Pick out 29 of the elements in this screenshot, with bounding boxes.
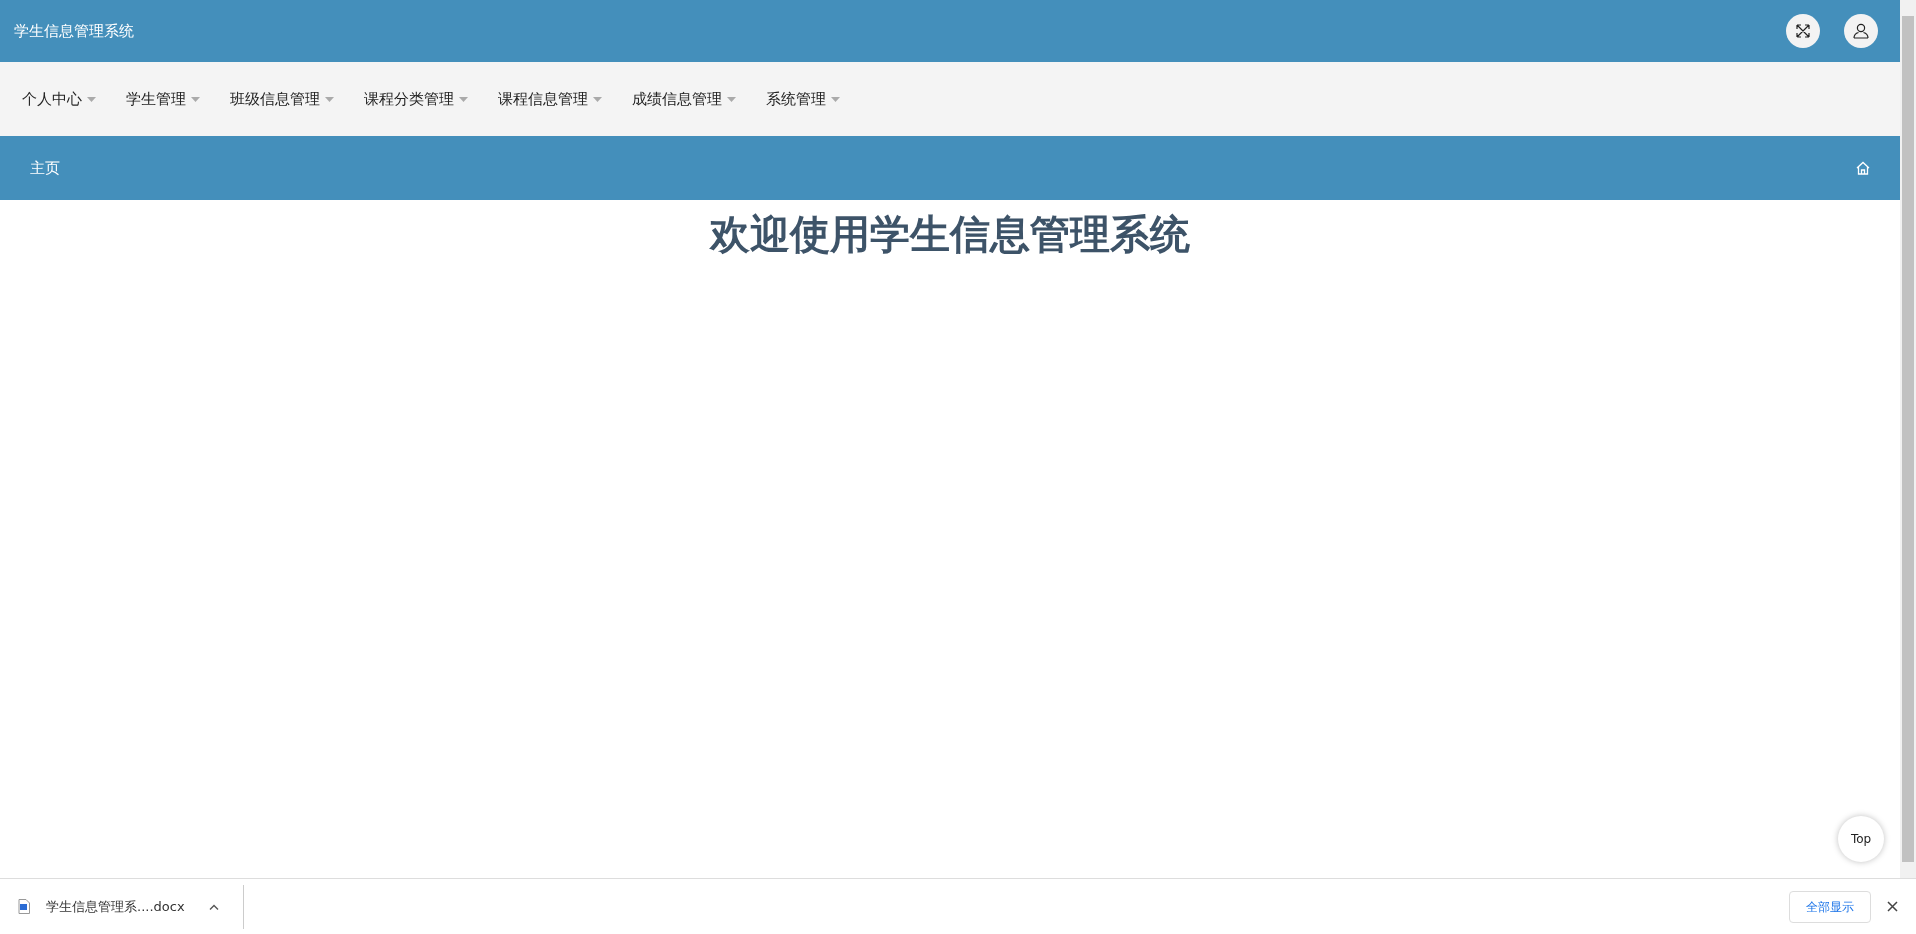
document-icon — [18, 899, 30, 914]
caret-icon — [831, 96, 840, 102]
caret-icon — [459, 96, 468, 102]
menu-item[interactable]: 课程信息管理 — [498, 83, 602, 115]
home-icon[interactable] — [1856, 161, 1870, 175]
fullscreen-button[interactable] — [1786, 14, 1820, 48]
welcome-heading: 欢迎使用学生信息管理系统 — [708, 210, 1191, 259]
back-to-top-button[interactable]: Top — [1838, 816, 1884, 862]
caret-icon — [87, 96, 96, 102]
close-icon[interactable] — [1887, 901, 1898, 912]
user-icon — [1852, 22, 1870, 40]
user-button[interactable] — [1844, 14, 1878, 48]
caret-icon — [191, 96, 200, 102]
menu-item[interactable]: 成绩信息管理 — [632, 83, 736, 115]
scrollbar[interactable] — [1900, 0, 1916, 878]
caret-icon — [727, 96, 736, 102]
menu-item[interactable]: 班级信息管理 — [230, 83, 334, 115]
menu-item[interactable]: 课程分类管理 — [364, 83, 468, 115]
caret-icon — [593, 96, 602, 102]
menu-item[interactable]: 个人中心 — [22, 83, 96, 115]
caret-icon — [325, 96, 334, 102]
menu-item[interactable]: 学生管理 — [126, 83, 200, 115]
show-all-button[interactable]: 全部显示 — [1789, 890, 1871, 923]
breadcrumb-home[interactable]: 主页 — [30, 156, 60, 180]
app-title: 学生信息管理系统 — [14, 20, 134, 42]
download-file-name[interactable]: 学生信息管理系....docx — [46, 896, 185, 917]
chevron-up-icon[interactable] — [208, 903, 219, 910]
expand-arrows-icon — [1795, 23, 1811, 39]
menu-item[interactable]: 系统管理 — [766, 83, 840, 115]
